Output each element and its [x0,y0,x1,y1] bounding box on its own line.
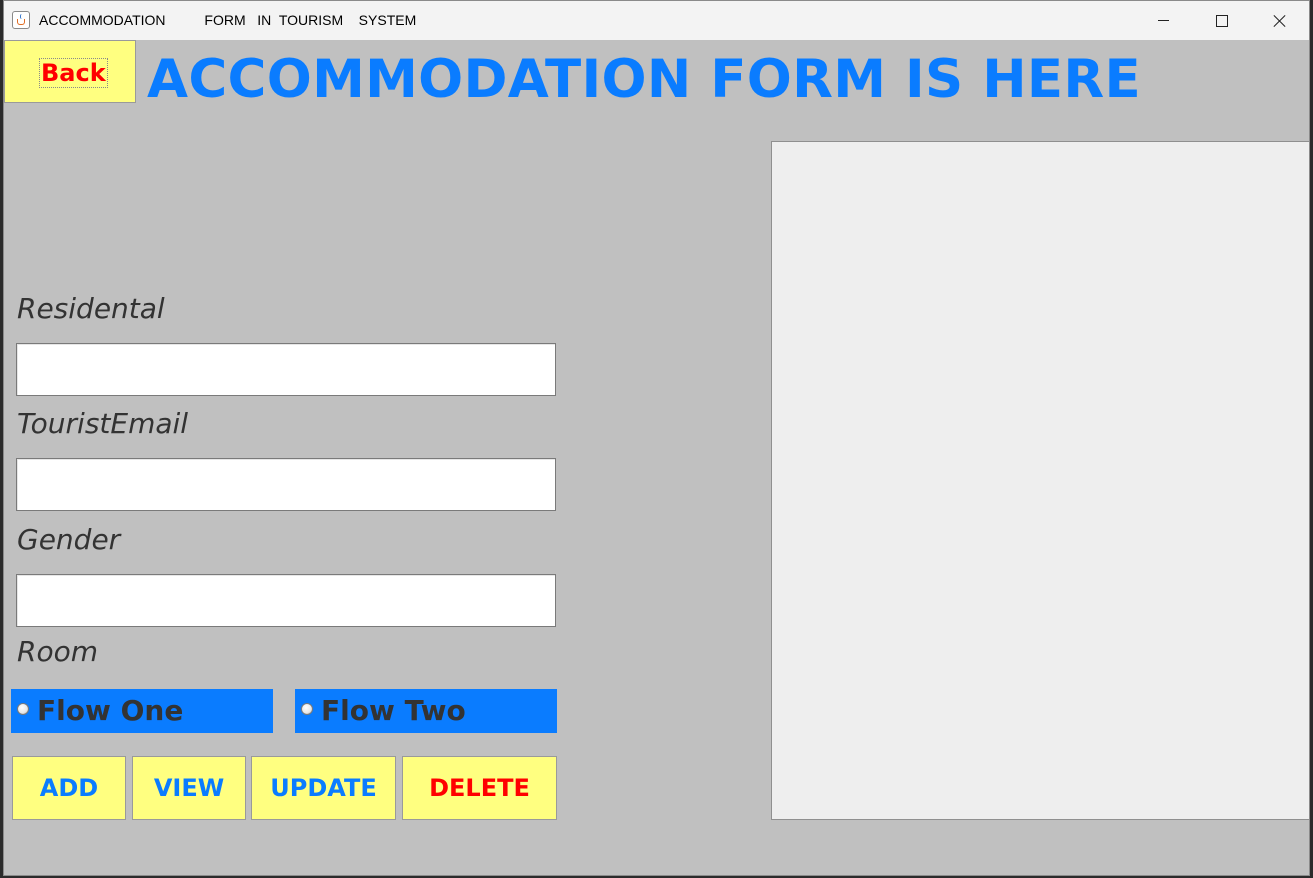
radio-flow-one[interactable]: Flow One [11,689,273,733]
app-window: ACCOMMODATION FORM IN TOURISM SYSTEM Bac… [3,0,1310,876]
back-button-label: Back [39,58,108,88]
gender-label: Gender [17,523,121,556]
radio-flow-two-label: Flow Two [321,694,466,727]
java-cup-icon [12,11,30,29]
minimize-button[interactable] [1135,1,1193,40]
room-label: Room [17,635,98,668]
window-title: ACCOMMODATION FORM IN TOURISM SYSTEM [39,12,417,28]
maximize-icon [1216,15,1228,27]
delete-button[interactable]: DELETE [402,756,557,820]
radio-button-icon[interactable] [301,703,313,715]
close-icon [1273,14,1286,27]
radio-flow-two[interactable]: Flow Two [295,689,557,733]
radio-button-icon[interactable] [17,703,29,715]
update-button[interactable]: UPDATE [251,756,396,820]
close-button[interactable] [1251,1,1309,40]
gender-input[interactable] [16,574,556,627]
tourist-email-input[interactable] [16,458,556,511]
residental-label: Residental [17,292,165,325]
tourist-email-label: TouristEmail [17,407,189,440]
radio-flow-one-label: Flow One [37,694,184,727]
title-bar[interactable]: ACCOMMODATION FORM IN TOURISM SYSTEM [4,1,1309,40]
records-table-panel[interactable] [771,141,1309,820]
back-button[interactable]: Back [4,40,136,103]
view-button[interactable]: VIEW [132,756,246,820]
maximize-button[interactable] [1193,1,1251,40]
minimize-icon [1158,20,1169,21]
add-button[interactable]: ADD [12,756,126,820]
page-title: ACCOMMODATION FORM IS HERE [147,49,1142,110]
residental-input[interactable] [16,343,556,396]
